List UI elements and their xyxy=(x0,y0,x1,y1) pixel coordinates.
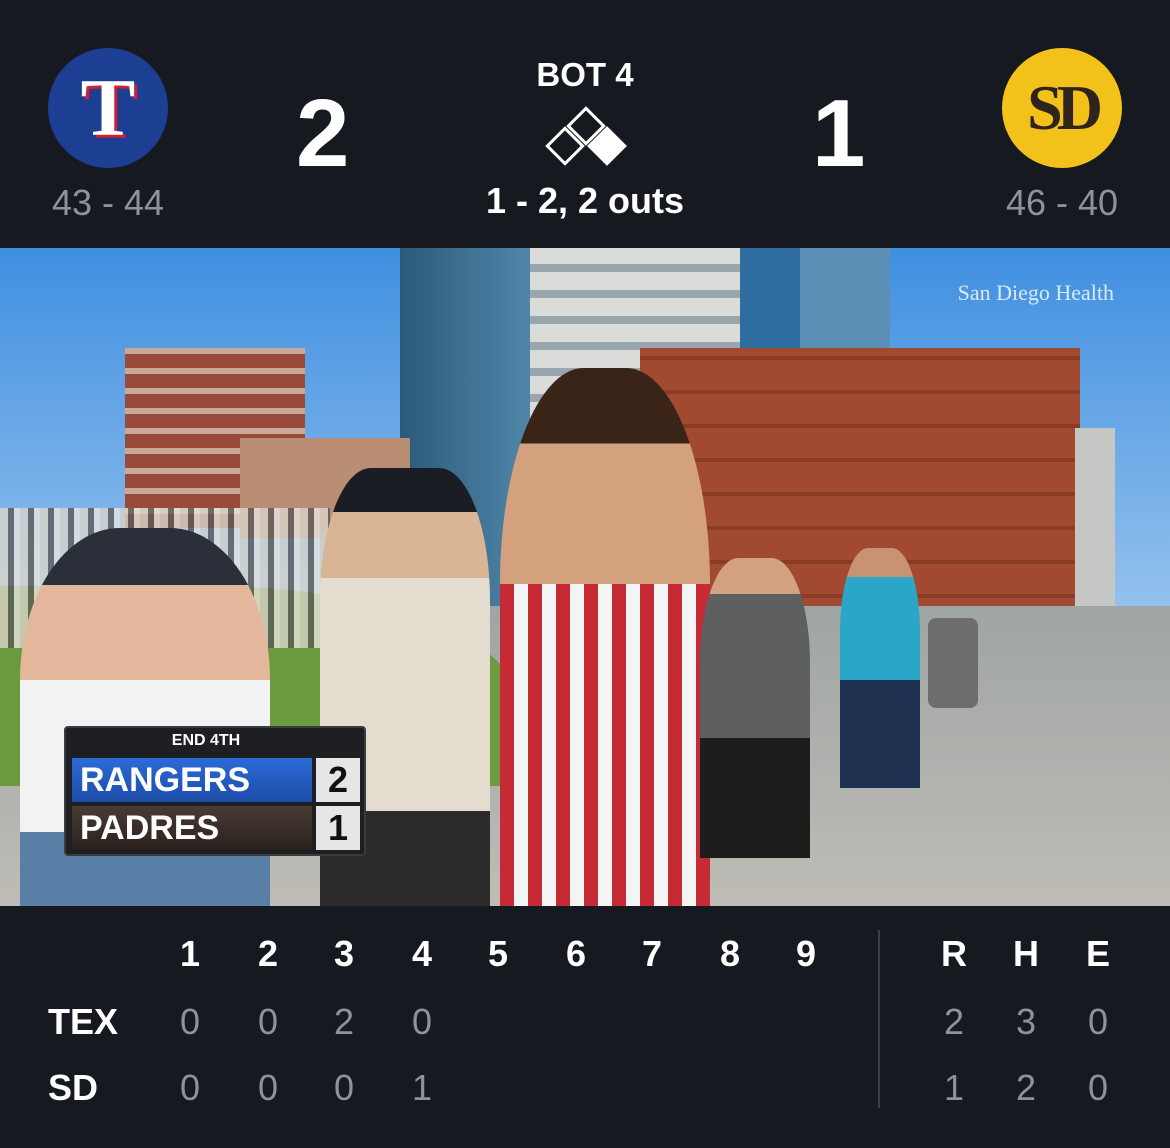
home-team-record: 46 - 40 xyxy=(1005,182,1119,223)
score-header: T 43 - 44 2 BOT 4 1 - 2, 2 outs 1 SD 46 … xyxy=(0,0,1170,248)
base-runners-diamond xyxy=(545,106,627,166)
line-score-divider xyxy=(878,930,880,1108)
score-bug-team: PADRES xyxy=(72,806,312,850)
inning-runs: 1 xyxy=(411,1067,433,1108)
score-bug-row: PADRES 1 xyxy=(72,806,362,850)
stroller xyxy=(928,618,978,708)
inning-runs: 0 xyxy=(179,1067,201,1108)
score-bug-score: 1 xyxy=(316,806,360,850)
score-bug-score: 2 xyxy=(316,758,360,802)
inning-runs: 0 xyxy=(333,1067,355,1108)
inning-runs: 0 xyxy=(179,1001,201,1042)
fan-teal-shirt xyxy=(840,548,920,788)
inning-indicator: BOT 4 xyxy=(536,56,634,93)
away-team-score: 2 xyxy=(296,80,350,187)
san-diego-health-watermark: San Diego Health xyxy=(957,280,1114,305)
inning-header: 8 xyxy=(719,933,741,974)
total-hits: 3 xyxy=(1015,1001,1037,1042)
inning-header: 2 xyxy=(257,933,279,974)
score-bug-team: RANGERS xyxy=(72,758,312,802)
total-runs: 1 xyxy=(943,1067,965,1108)
inning-runs: 0 xyxy=(257,1067,279,1108)
line-score-table: 1 2 3 4 5 6 7 8 9 R H E TEX 0 0 2 0 2 3 … xyxy=(0,906,1170,1148)
line-score-team-away: TEX xyxy=(48,1001,119,1042)
inning-runs: 0 xyxy=(411,1001,433,1042)
ball-strike-out-count: 1 - 2, 2 outs xyxy=(485,180,685,221)
inning-header: 4 xyxy=(411,933,433,974)
inning-header: 5 xyxy=(487,933,509,974)
inning-runs: 0 xyxy=(257,1001,279,1042)
hits-header: H xyxy=(1013,933,1039,974)
inning-runs: 2 xyxy=(333,1001,355,1042)
errors-header: E xyxy=(1085,933,1110,974)
score-bug-inning: END 4TH xyxy=(171,732,241,749)
runs-header: R xyxy=(941,933,967,974)
home-team-logo[interactable]: SD xyxy=(1002,48,1122,168)
inning-header: 9 xyxy=(795,933,817,974)
cheering-fan-overalls xyxy=(500,368,710,906)
broadcast-score-bug: END 4TH RANGERS 2 PADRES 1 xyxy=(64,726,366,856)
total-errors: 0 xyxy=(1087,1067,1109,1108)
inning-header: 7 xyxy=(641,933,663,974)
inning-header: 3 xyxy=(333,933,355,974)
away-team-logo[interactable]: T xyxy=(48,48,168,168)
video-player[interactable]: San Diego Health END 4TH RANGERS 2 PADRE… xyxy=(0,248,1170,906)
score-bug-row: RANGERS 2 xyxy=(72,758,362,802)
padres-logo-mark: SD xyxy=(1027,72,1103,143)
total-errors: 0 xyxy=(1087,1001,1109,1042)
total-runs: 2 xyxy=(943,1001,965,1042)
inning-header: 6 xyxy=(565,933,587,974)
inning-header: 1 xyxy=(179,933,201,974)
total-hits: 2 xyxy=(1015,1067,1037,1108)
rangers-logo-mark: T xyxy=(80,62,136,153)
building-right xyxy=(1075,428,1115,628)
away-team-record: 43 - 44 xyxy=(51,182,165,223)
line-score-team-home: SD xyxy=(48,1067,99,1108)
fan-gray-shirt xyxy=(700,558,810,858)
home-team-score: 1 xyxy=(812,80,866,187)
